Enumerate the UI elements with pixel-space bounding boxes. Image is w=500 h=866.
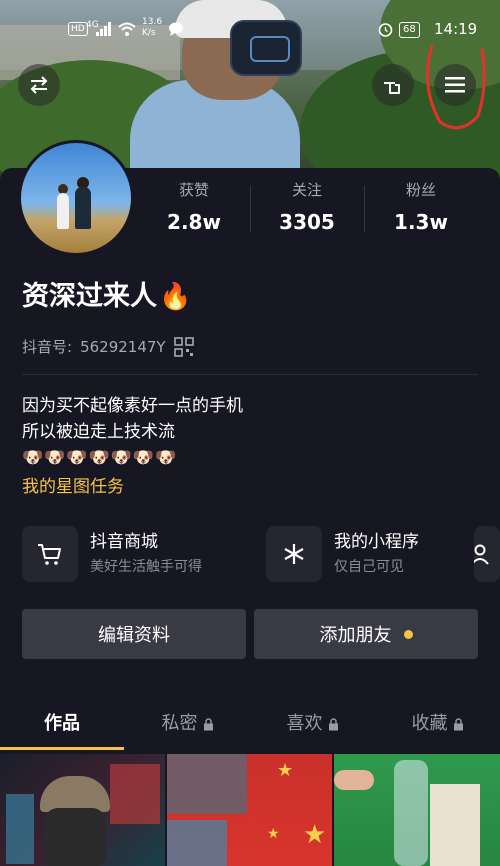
tab-favorites[interactable]: 收藏 [375,706,500,742]
video-thumbnail[interactable]: ★ ★ ★ [167,754,332,866]
bio-line: 所以被迫走上技术流 [22,422,175,442]
hd-badge: HD [68,22,88,36]
lock-icon [203,717,213,730]
lock-icon [453,717,463,730]
person-icon [474,544,489,565]
hand-pointer-icon [384,82,400,94]
mini-programs-tile[interactable]: 我的小程序 仅自己可见 [266,526,419,582]
stat-following[interactable]: 关注 3305 [251,180,363,236]
shop-tile[interactable]: 抖音商城 美好生活触手可得 [22,526,202,582]
tile-subtitle: 仅自己可见 [334,559,404,575]
stat-value: 3305 [279,210,335,234]
nickname-text: 资深过来人 [22,281,157,312]
avatar[interactable] [18,140,134,256]
message-icon [169,22,183,36]
tile-title: 我的小程序 [334,532,419,552]
stat-likes[interactable]: 获赞 2.8w [138,180,250,236]
cart-icon [38,544,61,565]
edit-profile-button[interactable]: 编辑资料 [22,609,246,659]
tab-likes[interactable]: 喜欢 [250,706,375,742]
battery-level: 68 [399,22,420,38]
stat-value: 2.8w [167,210,221,234]
stat-label: 关注 [291,181,322,199]
signal-icon [96,22,111,36]
divider [22,374,478,375]
douyin-id[interactable]: 抖音号: 56292147Y [22,336,194,358]
star-shape: ★ [277,760,294,781]
notification-dot [403,629,413,639]
uid-value: 56292147Y [80,338,166,356]
wifi-icon [118,22,136,36]
stat-followers[interactable]: 粉丝 1.3w [365,180,477,236]
net-speed: 13.6 K/s [142,17,163,38]
hand-pointer-button[interactable] [372,64,414,106]
qr-code-icon[interactable] [173,337,194,357]
uid-label: 抖音号: [22,338,73,356]
stat-label: 获赞 [178,181,209,199]
star-map-task-link[interactable]: 我的星图任务 [22,474,124,500]
lock-icon [328,717,338,730]
bio-line: 因为买不起像素好一点的手机 [22,396,243,416]
stat-label: 粉丝 [405,181,436,199]
active-tab-indicator [0,747,124,750]
fire-icon: 🔥 [159,282,192,312]
star-shape: ★ [267,826,280,842]
tab-label: 收藏 [411,713,448,734]
video-thumbnail[interactable] [334,754,500,866]
stat-value: 1.3w [394,210,448,234]
asterisk-icon [284,544,304,564]
tab-works[interactable]: 作品 [0,706,124,742]
mini-programs-icon-box [266,526,322,582]
tile-subtitle: 美好生活触手可得 [90,559,202,575]
video-thumbnail[interactable] [0,754,165,866]
tile-title: 抖音商城 [90,532,158,552]
partial-tile[interactable] [474,526,500,582]
tab-label: 喜欢 [286,713,323,734]
partial-icon-box [474,526,500,582]
shop-icon-box [22,526,78,582]
bio-emojis: 🐶🐶🐶🐶🐶🐶🐶 [22,448,178,468]
nickname: 资深过来人 🔥 [22,278,191,316]
star-shape: ★ [303,820,327,850]
alarm-icon [378,23,393,37]
tab-label: 私密 [161,713,198,734]
tab-label: 作品 [44,713,80,734]
red-annotation-circle [426,44,486,130]
bio: 因为买不起像素好一点的手机 所以被迫走上技术流 🐶🐶🐶🐶🐶🐶🐶 [22,393,243,471]
switch-account-button[interactable] [18,64,60,106]
tab-private[interactable]: 私密 [125,706,250,742]
switch-arrows-icon [30,76,48,94]
add-friend-label: 添加朋友 [319,625,392,646]
add-friend-button[interactable]: 添加朋友 [254,609,478,659]
